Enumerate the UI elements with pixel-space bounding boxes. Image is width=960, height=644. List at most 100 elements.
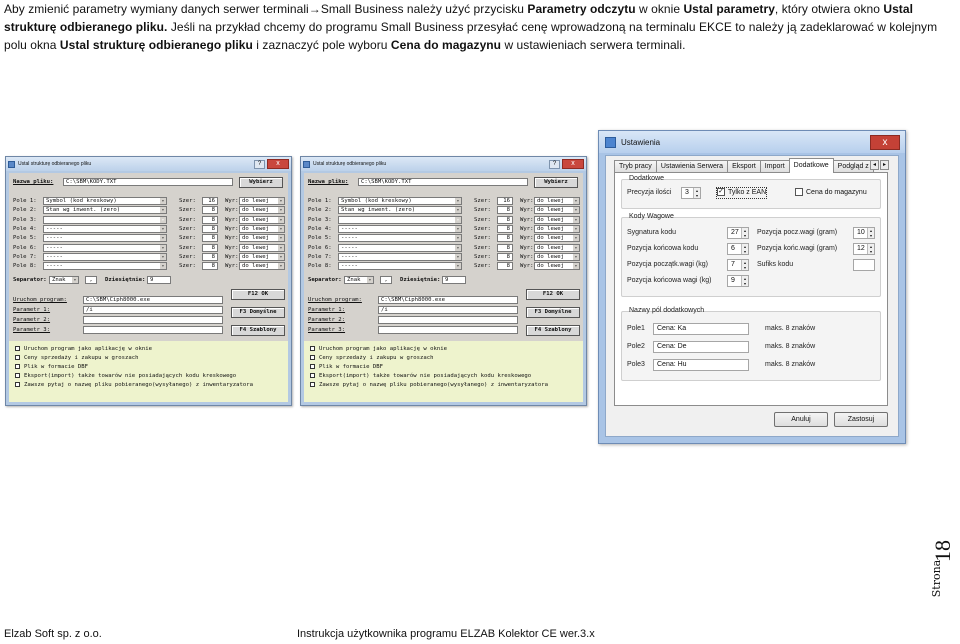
- option-checkbox[interactable]: Plik w formacie DBF: [15, 363, 88, 371]
- field-select[interactable]: Stan wg inwent. (zero) ▾: [43, 206, 167, 215]
- option-checkbox[interactable]: Zawsze pytaj o nazwę pliku pobieranego(w…: [310, 381, 548, 389]
- width-input[interactable]: 16: [202, 197, 218, 205]
- field2-input[interactable]: Cena: De: [653, 341, 749, 353]
- align-select[interactable]: do lewej ▾: [534, 234, 580, 243]
- field-select[interactable]: ----- ▾: [43, 215, 167, 224]
- param3-input[interactable]: [378, 326, 518, 334]
- file-name-input[interactable]: C:\SBM\KODY.TXT: [63, 178, 233, 186]
- ok-button[interactable]: F12 OK: [526, 289, 580, 300]
- param1-input[interactable]: /i: [83, 306, 223, 314]
- width-input[interactable]: 8: [497, 215, 513, 224]
- only-ean-checkbox[interactable]: ✓ Tylko z EAN: [715, 187, 768, 199]
- precision-spinner[interactable]: 3 ▴ ▾: [681, 187, 701, 199]
- code-end-spinner[interactable]: 6 ▴ ▾: [727, 243, 749, 255]
- param2-input[interactable]: [378, 316, 518, 324]
- signature-spinner[interactable]: 27 ▴ ▾: [727, 227, 749, 239]
- choose-file-button[interactable]: Wybierz: [534, 177, 578, 188]
- width-input[interactable]: 8: [202, 206, 218, 215]
- width-input[interactable]: 8: [497, 234, 513, 243]
- field-select[interactable]: ----- ▾: [43, 262, 167, 271]
- field3-input[interactable]: Cena: Hu: [653, 359, 749, 371]
- align-select[interactable]: do lewej ▾: [534, 252, 580, 261]
- separator-char-input[interactable]: ,: [380, 276, 392, 284]
- align-select[interactable]: do lewej ▾: [239, 262, 285, 271]
- field-select[interactable]: Symbol (kod kreskowy) ▾: [43, 197, 167, 205]
- width-input[interactable]: 8: [202, 252, 218, 261]
- field-select[interactable]: ----- ▾: [43, 243, 167, 252]
- width-input[interactable]: 8: [202, 215, 218, 224]
- width-input[interactable]: 8: [497, 252, 513, 261]
- align-select[interactable]: do lewej ▾: [534, 206, 580, 215]
- width-input[interactable]: 8: [202, 234, 218, 243]
- option-checkbox[interactable]: Uruchom program jako aplikację w oknie: [15, 345, 152, 353]
- align-select[interactable]: do lewej ▾: [239, 224, 285, 233]
- align-select[interactable]: do lewej ▾: [534, 262, 580, 271]
- option-checkbox[interactable]: Plik w formacie DBF: [310, 363, 383, 371]
- field-select[interactable]: ----- ▾: [338, 262, 462, 271]
- separator-select[interactable]: Znak ▾: [49, 276, 79, 284]
- field-select[interactable]: Symbol (kod kreskowy) ▾: [338, 197, 462, 205]
- field-select[interactable]: ----- ▾: [338, 234, 462, 243]
- width-input[interactable]: 8: [497, 206, 513, 215]
- align-select[interactable]: do lewej ▾: [239, 215, 285, 224]
- align-select[interactable]: do lewej ▾: [534, 197, 580, 205]
- width-input[interactable]: 8: [202, 243, 218, 252]
- field-select[interactable]: ----- ▾: [43, 224, 167, 233]
- align-select[interactable]: do lewej ▾: [239, 197, 285, 205]
- decimal-input[interactable]: 9: [442, 276, 466, 284]
- field-select[interactable]: ----- ▾: [338, 243, 462, 252]
- param3-input[interactable]: [83, 326, 223, 334]
- option-checkbox[interactable]: Uruchom program jako aplikację w oknie: [310, 345, 447, 353]
- option-checkbox[interactable]: Ceny sprzedaży i zakupu w groszach: [310, 354, 434, 362]
- default-button[interactable]: F3 Domyślne: [526, 307, 580, 318]
- separator-select[interactable]: Znak ▾: [344, 276, 374, 284]
- field-select[interactable]: ----- ▾: [338, 252, 462, 261]
- align-select[interactable]: do lewej ▾: [239, 243, 285, 252]
- field-select[interactable]: Cena brutto ▾: [338, 215, 462, 224]
- close-icon[interactable]: x: [562, 159, 584, 169]
- align-select[interactable]: do lewej ▾: [534, 215, 580, 224]
- tab-scroll-right-icon[interactable]: ▸: [880, 160, 889, 170]
- field-select[interactable]: ----- ▾: [43, 234, 167, 243]
- tab-dodatkowe[interactable]: Dodatkowe: [788, 158, 834, 173]
- width-input[interactable]: 8: [497, 224, 513, 233]
- close-icon[interactable]: x: [267, 159, 289, 169]
- tab-scroll-left-icon[interactable]: ◂: [870, 160, 879, 170]
- default-button[interactable]: F3 Domyślne: [231, 307, 285, 318]
- weight-start-gram-spinner[interactable]: 10 ▴ ▾: [853, 227, 875, 239]
- param1-input[interactable]: /i: [378, 306, 518, 314]
- weight-start-kg-spinner[interactable]: 7 ▴ ▾: [727, 259, 749, 271]
- field-select[interactable]: ----- ▾: [338, 224, 462, 233]
- field-select[interactable]: ----- ▾: [43, 252, 167, 261]
- align-select[interactable]: do lewej ▾: [239, 234, 285, 243]
- align-select[interactable]: do lewej ▾: [239, 252, 285, 261]
- width-input[interactable]: 8: [202, 262, 218, 271]
- align-select[interactable]: do lewej ▾: [534, 224, 580, 233]
- price-to-store-checkbox[interactable]: Cena do magazynu: [795, 188, 867, 198]
- width-input[interactable]: 8: [497, 243, 513, 252]
- width-input[interactable]: 16: [497, 197, 513, 205]
- weight-end-kg-spinner[interactable]: 9 ▴ ▾: [727, 275, 749, 287]
- ok-button[interactable]: F12 OK: [231, 289, 285, 300]
- separator-char-input[interactable]: ,: [85, 276, 97, 284]
- suffix-input[interactable]: [853, 259, 875, 271]
- file-name-input[interactable]: C:\SBM\KODY.TXT: [358, 178, 528, 186]
- help-icon[interactable]: ?: [254, 159, 265, 169]
- decimal-input[interactable]: 9: [147, 276, 171, 284]
- run-program-input[interactable]: C:\SBM\Ciph8000.exe: [83, 296, 223, 304]
- align-select[interactable]: do lewej ▾: [534, 243, 580, 252]
- choose-file-button[interactable]: Wybierz: [239, 177, 283, 188]
- run-program-input[interactable]: C:\SBM\Ciph8000.exe: [378, 296, 518, 304]
- option-checkbox[interactable]: Eksport(import) także towarów nie posiad…: [310, 372, 531, 380]
- apply-button[interactable]: Zastosuj: [834, 412, 888, 427]
- width-input[interactable]: 8: [497, 262, 513, 271]
- align-select[interactable]: do lewej ▾: [239, 206, 285, 215]
- width-input[interactable]: 8: [202, 224, 218, 233]
- weight-end-gram-spinner[interactable]: 12 ▴ ▾: [853, 243, 875, 255]
- option-checkbox[interactable]: Eksport(import) także towarów nie posiad…: [15, 372, 236, 380]
- option-checkbox[interactable]: Ceny sprzedaży i zakupu w groszach: [15, 354, 139, 362]
- help-icon[interactable]: ?: [549, 159, 560, 169]
- option-checkbox[interactable]: Zawsze pytaj o nazwę pliku pobieranego(w…: [15, 381, 253, 389]
- cancel-button[interactable]: Anuluj: [774, 412, 828, 427]
- field1-input[interactable]: Cena: Ka: [653, 323, 749, 335]
